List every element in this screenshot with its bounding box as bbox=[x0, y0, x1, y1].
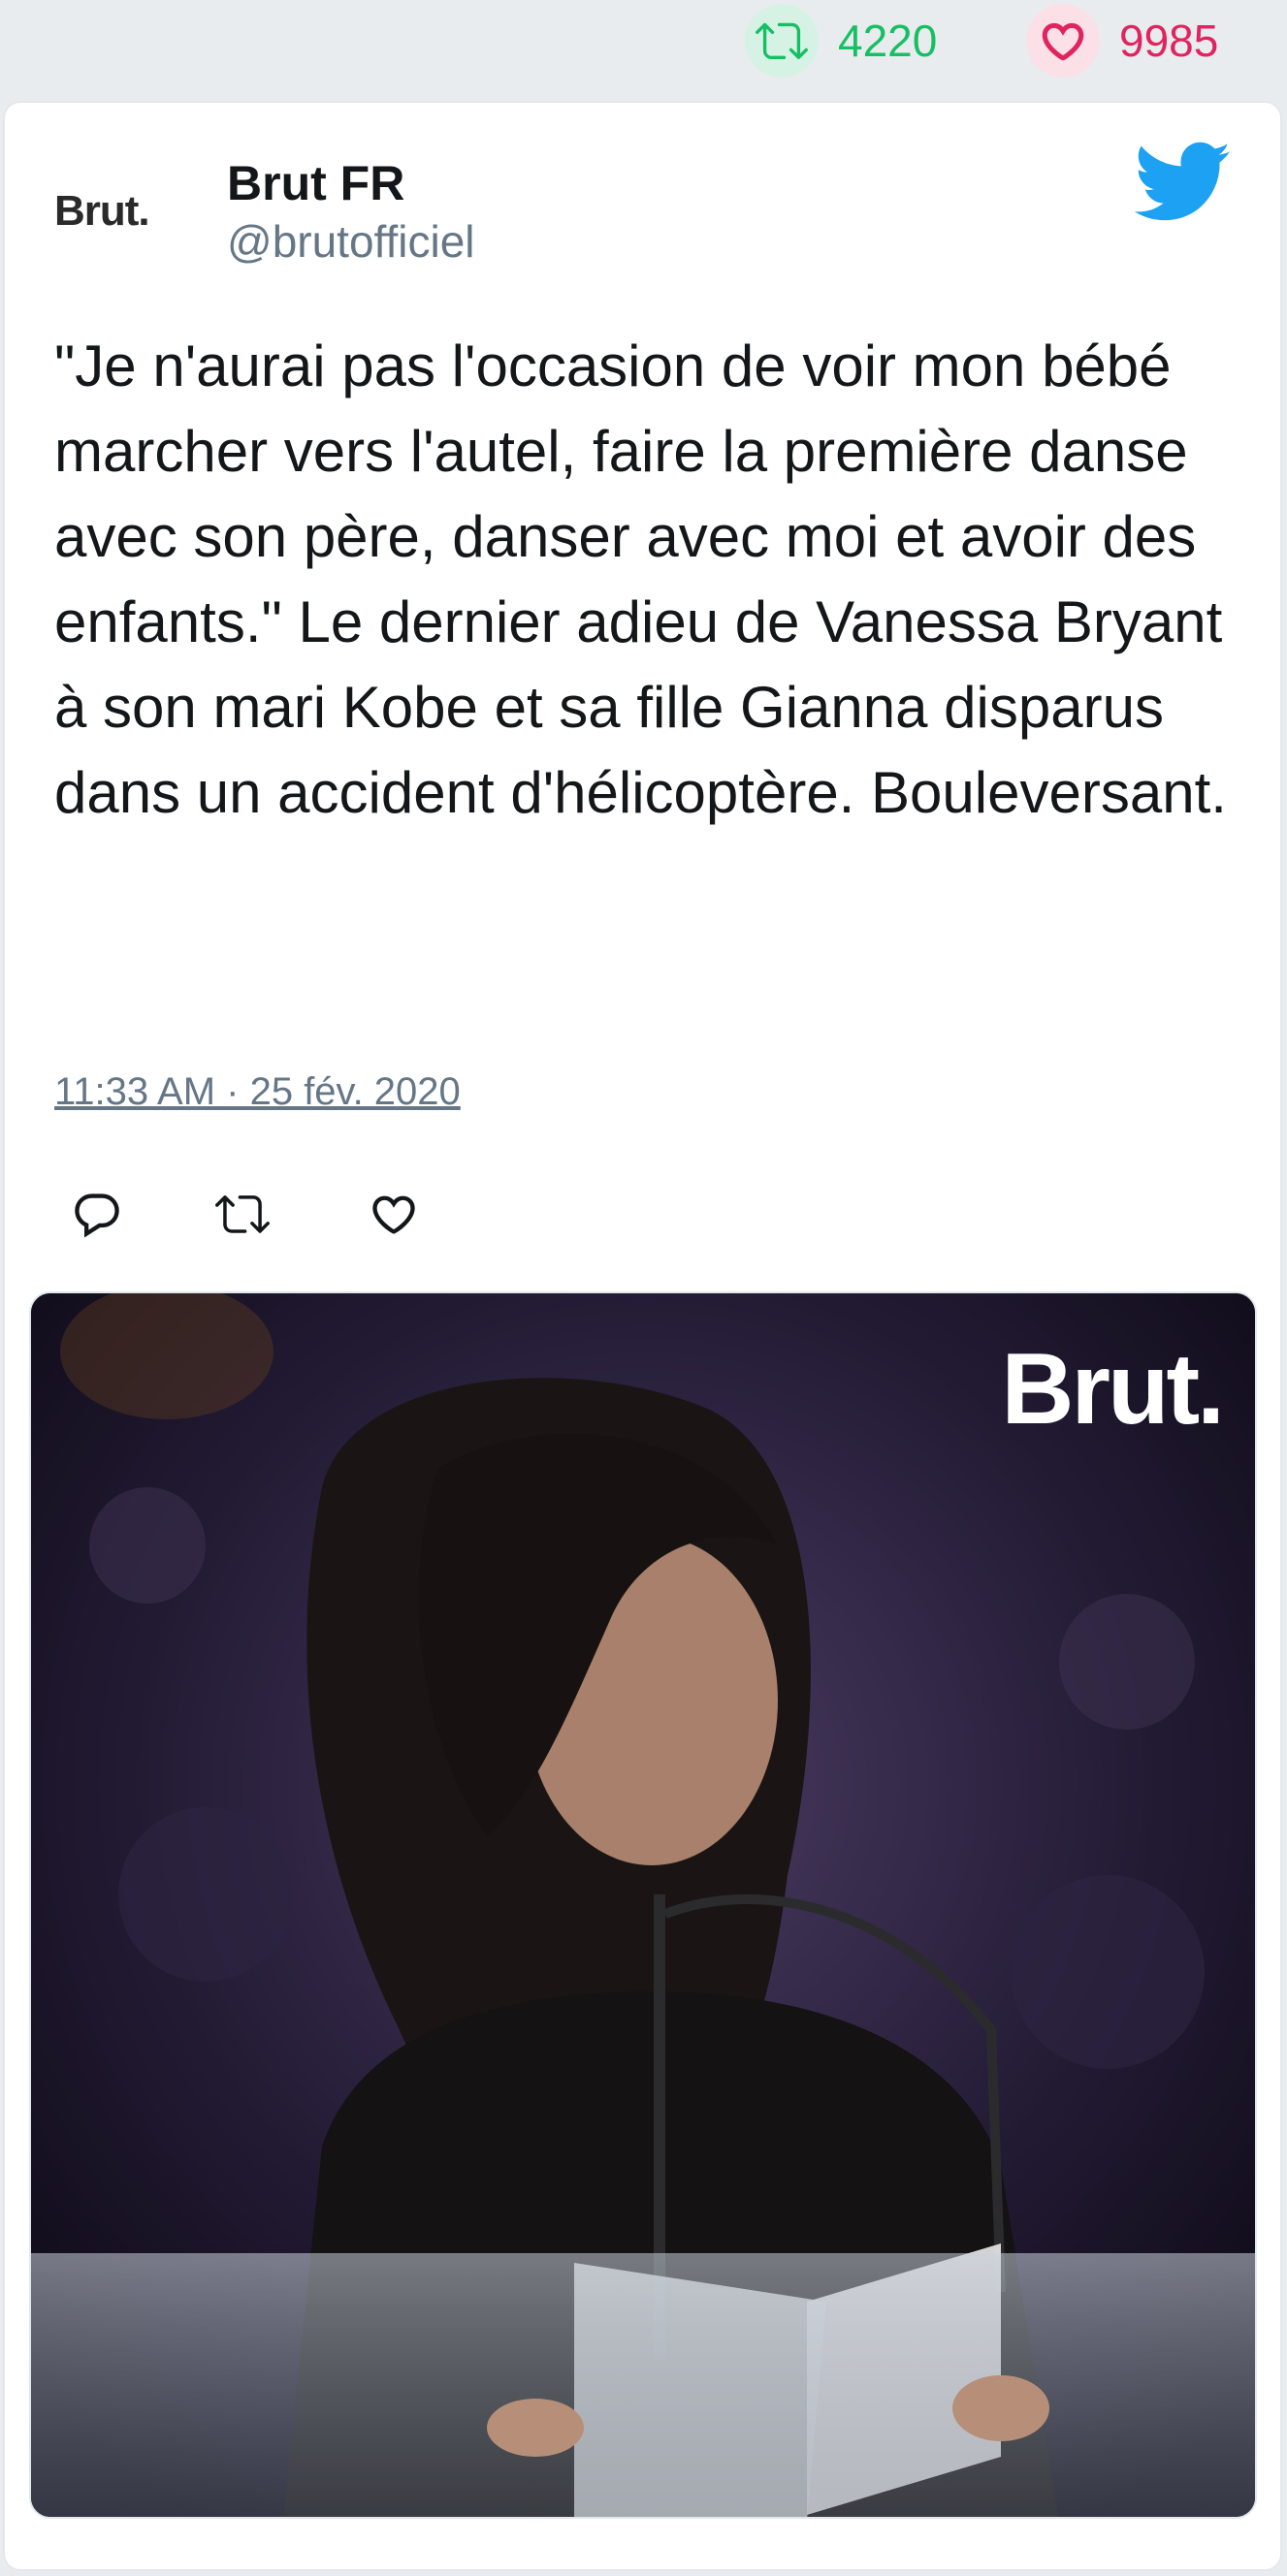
heart-icon bbox=[372, 1195, 415, 1234]
twitter-bird-icon[interactable] bbox=[1134, 142, 1232, 223]
like-stat[interactable]: 9985 bbox=[1026, 4, 1218, 78]
author-handle[interactable]: @brutofficiel bbox=[227, 215, 475, 268]
media-watermark: Brut. bbox=[1001, 1333, 1225, 1446]
retweet-icon bbox=[745, 4, 819, 78]
tweet-timestamp[interactable]: 11:33 AM · 25 fév. 2020 bbox=[54, 1070, 461, 1114]
author-name[interactable]: Brut FR bbox=[227, 155, 404, 211]
reply-button[interactable] bbox=[68, 1185, 126, 1243]
like-button[interactable] bbox=[365, 1185, 423, 1243]
media-photo bbox=[31, 1293, 1255, 2517]
retweet-icon bbox=[215, 1195, 270, 1233]
retweet-button[interactable] bbox=[213, 1185, 272, 1243]
heart-icon bbox=[1026, 4, 1100, 78]
retweet-stat[interactable]: 4220 bbox=[745, 4, 937, 78]
engagement-bar: 4220 9985 bbox=[0, 0, 1287, 87]
like-count: 9985 bbox=[1119, 16, 1219, 66]
tweet-media[interactable]: Brut. bbox=[29, 1291, 1257, 2519]
reply-icon bbox=[75, 1193, 119, 1238]
avatar-logo-text: Brut. bbox=[54, 187, 150, 235]
retweet-count: 4220 bbox=[838, 16, 938, 66]
tweet-text: "Je n'aurai pas l'occasion de voir mon b… bbox=[54, 334, 1227, 825]
avatar[interactable]: Brut. bbox=[54, 163, 209, 260]
